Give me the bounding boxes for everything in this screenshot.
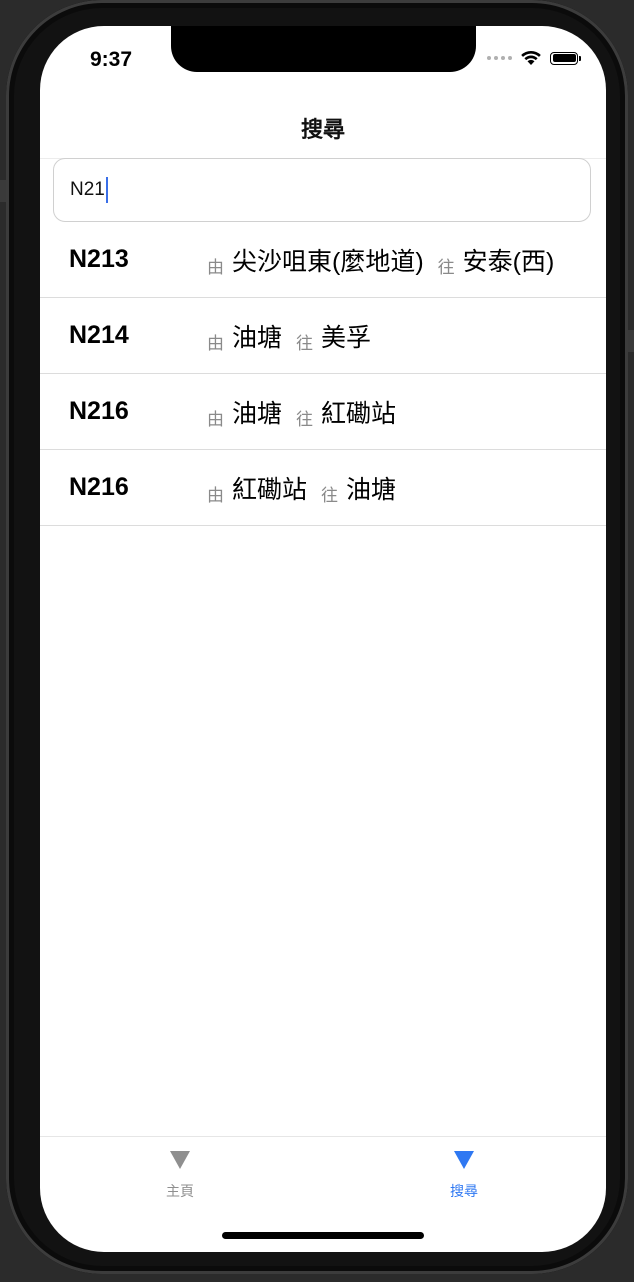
- route-list: N213 由 尖沙咀東(麼地道) 往 安泰(西) N214 由 油塘 往 美孚: [40, 222, 606, 526]
- route-stops: 由 油塘 往 紅磡站: [207, 394, 410, 430]
- to-label: 往: [437, 257, 455, 277]
- tab-label: 搜尋: [450, 1183, 478, 1199]
- home-indicator: [222, 1232, 424, 1239]
- destination-stop: 安泰(西): [462, 247, 555, 276]
- battery-icon: [550, 51, 581, 65]
- origin-stop: 油塘: [232, 399, 283, 428]
- route-row[interactable]: N216 由 油塘 往 紅磡站: [40, 374, 606, 450]
- wifi-icon: [521, 50, 541, 65]
- notch: [171, 26, 476, 72]
- phone-frame: 9:37 搜尋 N21 N213 由 尖沙咀東(麼地道) 往 安泰(西) N21…: [6, 0, 628, 1274]
- status-icons: [487, 50, 581, 66]
- from-label: 由: [207, 485, 224, 505]
- route-number: N213: [69, 245, 129, 273]
- search-input-value: N21: [70, 179, 105, 200]
- to-label: 往: [296, 409, 314, 429]
- destination-stop: 紅磡站: [321, 399, 397, 428]
- origin-stop: 紅磡站: [232, 475, 308, 504]
- tab-home[interactable]: 主頁: [120, 1151, 240, 1201]
- route-number: N214: [69, 321, 129, 349]
- triangle-down-icon: [170, 1151, 190, 1169]
- search-input[interactable]: N21: [53, 158, 591, 222]
- triangle-down-icon: [454, 1151, 474, 1169]
- origin-stop: 油塘: [232, 323, 283, 352]
- route-stops: 由 尖沙咀東(麼地道) 往 安泰(西): [207, 242, 568, 278]
- to-label: 往: [321, 485, 339, 505]
- from-label: 由: [207, 409, 224, 429]
- signal-icon: [487, 56, 512, 60]
- phone-screen: 9:37 搜尋 N21 N213 由 尖沙咀東(麼地道) 往 安泰(西) N21…: [40, 26, 606, 1252]
- destination-stop: 美孚: [321, 323, 372, 352]
- from-label: 由: [207, 257, 224, 277]
- from-label: 由: [207, 333, 224, 353]
- tab-search[interactable]: 搜尋: [404, 1151, 524, 1201]
- route-stops: 由 油塘 往 美孚: [207, 318, 385, 354]
- route-number: N216: [69, 397, 129, 425]
- route-row[interactable]: N213 由 尖沙咀東(麼地道) 往 安泰(西): [40, 222, 606, 298]
- tab-label: 主頁: [166, 1183, 194, 1199]
- origin-stop: 尖沙咀東(麼地道): [232, 247, 424, 276]
- page-title: 搜尋: [300, 117, 345, 142]
- to-label: 往: [296, 333, 314, 353]
- route-number: N216: [69, 473, 129, 501]
- route-row[interactable]: N214 由 油塘 往 美孚: [40, 298, 606, 374]
- destination-stop: 油塘: [346, 475, 397, 504]
- text-caret: [105, 177, 109, 203]
- status-time: 9:37: [90, 48, 133, 71]
- route-row[interactable]: N216 由 紅磡站 往 油塘: [40, 450, 606, 526]
- route-stops: 由 紅磡站 往 油塘: [207, 470, 410, 506]
